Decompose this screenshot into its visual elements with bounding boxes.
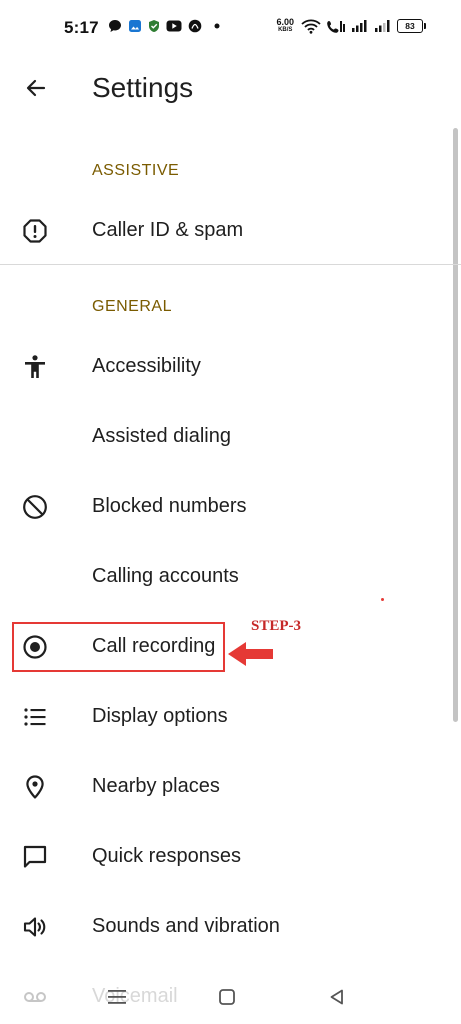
shield-check-icon	[149, 20, 159, 32]
settings-item-calling-accounts[interactable]: Calling accounts	[0, 548, 446, 604]
nav-bar	[0, 976, 461, 1016]
back-button[interactable]	[18, 70, 54, 106]
settings-item-label: Calling accounts	[92, 565, 239, 587]
signal-icon-1	[352, 20, 367, 32]
annotation-arrow-left-icon	[228, 642, 273, 666]
annotation-dot	[381, 598, 384, 601]
home-square-icon[interactable]	[214, 984, 240, 1010]
page-title: Settings	[92, 72, 194, 103]
settings-item-sounds-vibration[interactable]: Sounds and vibration	[0, 898, 446, 954]
annotation-highlight-box	[12, 622, 225, 672]
status-time: 5:17	[64, 18, 99, 37]
settings-item-assisted-dialing[interactable]: Assisted dialing	[0, 408, 446, 464]
status-bar: 5:17 6.00 KB/S 83	[0, 0, 461, 58]
net-speed-value: 6.00	[276, 17, 294, 27]
arrow-left-icon	[26, 79, 46, 97]
annotation-step-label: STEP-3	[251, 618, 302, 634]
signal-icon-2	[375, 20, 390, 32]
settings-item-quick-responses[interactable]: Quick responses	[0, 828, 446, 884]
list-icon	[22, 704, 48, 730]
section-header-general: GENERAL	[92, 298, 172, 315]
system-icons: 6.00 KB/S 83	[276, 18, 426, 34]
settings-item-label: Accessibility	[92, 355, 201, 377]
message-square-icon	[22, 844, 48, 870]
settings-item-caller-id-spam[interactable]: Caller ID & spam	[0, 202, 446, 258]
wifi-icon	[301, 19, 321, 34]
dot-icon	[214, 23, 220, 29]
settings-item-label: Caller ID & spam	[92, 219, 244, 241]
battery-icon: 83	[397, 19, 426, 33]
settings-item-label: Nearby places	[92, 775, 220, 797]
screen: 5:17 6.00 KB/S 83 Settings ASSISTIVE Cal…	[0, 0, 461, 1024]
settings-item-nearby-places[interactable]: Nearby places	[0, 758, 446, 814]
speaker-icon	[22, 914, 48, 940]
location-pin-icon	[22, 774, 48, 800]
settings-item-accessibility[interactable]: Accessibility	[0, 338, 446, 394]
notification-icons	[108, 19, 222, 33]
section-divider	[0, 264, 461, 265]
accessibility-icon	[22, 354, 48, 380]
gallery-icon	[129, 20, 141, 32]
section-header-assistive: ASSISTIVE	[92, 162, 180, 179]
youtube-icon	[166, 20, 182, 32]
settings-item-display-options[interactable]: Display options	[0, 688, 446, 744]
scrollbar[interactable]	[453, 128, 458, 722]
settings-item-label: Sounds and vibration	[92, 915, 280, 937]
back-triangle-icon[interactable]	[324, 984, 350, 1010]
menu-icon[interactable]	[104, 984, 130, 1010]
chat-bubble-icon	[109, 20, 121, 32]
net-speed: 6.00 KB/S	[276, 18, 294, 34]
block-icon	[22, 494, 48, 520]
volte-call-icon	[327, 20, 345, 33]
net-speed-unit: KB/S	[278, 27, 293, 33]
settings-item-label: Display options	[92, 705, 228, 727]
settings-item-label: Assisted dialing	[92, 425, 231, 447]
settings-item-label: Quick responses	[92, 845, 241, 867]
alert-circle-icon	[22, 218, 48, 244]
settings-item-label: Blocked numbers	[92, 495, 247, 517]
settings-item-blocked-numbers[interactable]: Blocked numbers	[0, 478, 446, 534]
circle-app-icon	[188, 19, 202, 33]
